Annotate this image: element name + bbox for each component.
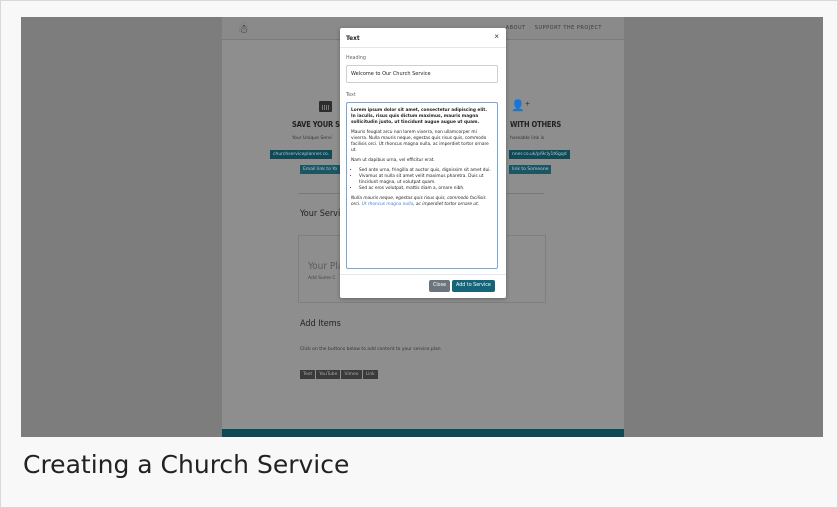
editor-link[interactable]: Ut rhoncus magna nulla (362, 202, 413, 207)
add-items-subtitle: Click on the buttons below to add conten… (300, 347, 441, 352)
save-section-title: SAVE YOUR SE (292, 120, 345, 129)
figure-caption: Creating a Church Service (23, 450, 350, 479)
modal-footer-divider (340, 274, 506, 275)
plan-title: Your Pla (308, 261, 344, 272)
screenshot: ☃ ABOUT SUPPORT THE PROJECT SAVE YOUR SE… (21, 17, 823, 437)
editor-paragraph: Mauris feugiat arcu non lorem viverra, n… (351, 130, 489, 153)
service-title: Your Servic (300, 209, 345, 219)
heading-label: Heading (346, 56, 366, 61)
text-label: Text (346, 93, 356, 98)
modal-title: Text (346, 34, 360, 42)
add-to-service-button[interactable]: Add to Service (452, 280, 495, 292)
add-text-button[interactable]: Text (300, 370, 316, 379)
editor-paragraph: Nulla mauris neque, egestas quis risus q… (351, 196, 493, 208)
calendar-icon (319, 101, 332, 112)
editor-list: Sed ante urna, fringilla at auctor quis,… (351, 168, 493, 192)
add-items-title: Add Items (300, 319, 341, 329)
editor-paragraph: Lorem ipsum dolor sit amet, consectetur … (351, 108, 487, 125)
close-icon[interactable]: × (494, 32, 499, 41)
email-self-button[interactable]: Email link to Yo (300, 165, 341, 174)
editor-list-item: Vivamus at nulla sit amet velit maximus … (359, 174, 493, 186)
item-button-row: Text YouTube Vimeo Link (300, 362, 379, 380)
editor-paragraph: Nam ut dapibus urna, vel efficitur erat. (351, 158, 435, 163)
add-link-button[interactable]: Link (362, 370, 378, 379)
add-user-icon: 👤⁺ (511, 99, 531, 112)
heading-input[interactable]: Welcome to Our Church Service (346, 65, 498, 83)
page-footer (222, 429, 624, 437)
logo-icon[interactable]: ☃ (238, 22, 249, 36)
text-modal: Text × Heading Welcome to Our Church Ser… (340, 28, 506, 298)
add-vimeo-button[interactable]: Vimeo (341, 370, 362, 379)
save-section-subtitle: Your Unique Servi (292, 136, 332, 141)
figure-frame: ☃ ABOUT SUPPORT THE PROJECT SAVE YOUR SE… (0, 0, 838, 508)
nav-about-link[interactable]: ABOUT (506, 25, 526, 31)
unique-url-field[interactable]: churchserviceplanner.co. (270, 150, 333, 159)
text-editor[interactable]: Lorem ipsum dolor sit amet, consectetur … (346, 102, 498, 269)
editor-list-item: Sed ac eros volutpat, mattis diam a, orn… (359, 186, 493, 192)
add-youtube-button[interactable]: YouTube (316, 370, 341, 379)
share-section-subtitle: hareable link is (510, 136, 545, 141)
plan-subtitle: Add Some C (308, 276, 336, 281)
nav-support-link[interactable]: SUPPORT THE PROJECT (535, 25, 602, 31)
modal-header-divider (340, 47, 506, 48)
share-section-title: WITH OTHERS (510, 120, 562, 129)
editor-italic-text: , ac imperdiet tortor ornare ut. (413, 202, 480, 207)
nav-links: ABOUT SUPPORT THE PROJECT (499, 25, 602, 31)
email-someone-button[interactable]: link to Someone (509, 165, 552, 174)
shareable-url-field[interactable]: nner.co.uk/p/9cly1t6gqd (509, 150, 570, 159)
close-button[interactable]: Close (429, 280, 451, 292)
